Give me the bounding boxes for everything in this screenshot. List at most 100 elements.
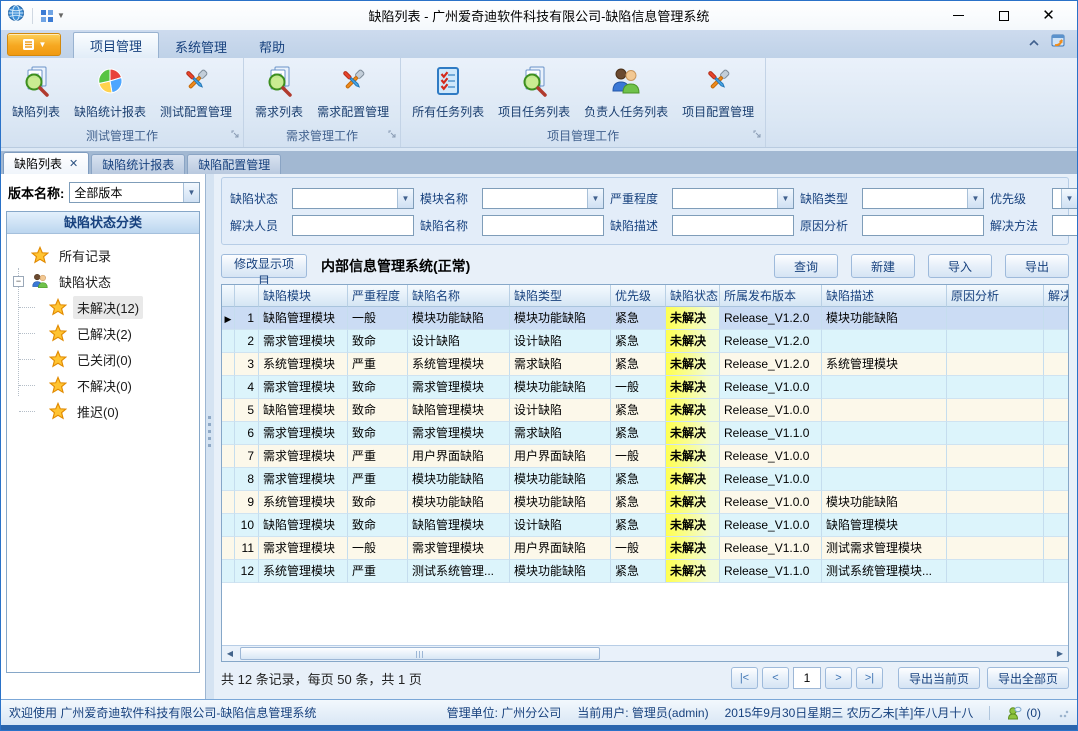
dialog-launcher-icon[interactable] [231,126,240,144]
column-header[interactable]: 解决方法 [1044,285,1068,307]
row-selector [222,491,235,514]
ribbon-tab-3[interactable]: 帮助 [243,34,301,58]
row-selector [222,468,235,491]
tree-item[interactable]: 已关闭(0) [7,346,199,372]
scroll-left-icon[interactable]: ◀ [222,646,238,661]
tree-item[interactable]: 已解决(2) [7,320,199,346]
column-header[interactable]: 缺陷描述 [822,285,947,307]
row-selector [222,353,235,376]
export-button[interactable]: 导出 [1005,254,1069,278]
table-row[interactable]: 9系统管理模块致命模块功能缺陷模块功能缺陷紧急未解决Release_V1.0.0… [222,491,1068,514]
doc-tab-1[interactable]: 缺陷列表✕ [3,152,89,174]
doc-tab-2[interactable]: 缺陷统计报表 [91,154,185,174]
column-header[interactable]: 缺陷名称 [408,285,510,307]
table-row[interactable]: 8需求管理模块严重模块功能缺陷模块功能缺陷紧急未解决Release_V1.0.0 [222,468,1068,491]
column-header[interactable]: 严重程度 [348,285,408,307]
filter-select[interactable]: ▼ [292,188,414,209]
cell-version: Release_V1.2.0 [720,307,822,330]
table-row[interactable]: 12系统管理模块严重测试系统管理...模块功能缺陷紧急未解决Release_V1… [222,560,1068,583]
table-row[interactable]: 11需求管理模块一般需求管理模块用户界面缺陷一般未解决Release_V1.1.… [222,537,1068,560]
cell-desc [822,422,947,445]
filter-select[interactable]: ▼ [482,188,604,209]
message-indicator[interactable]: (0) [1006,705,1041,721]
dialog-launcher-icon[interactable] [753,126,762,144]
filter-input[interactable] [292,215,414,236]
quick-access-layout-icon[interactable]: ▼ [40,9,65,23]
table-row[interactable]: 7需求管理模块严重用户界面缺陷用户界面缺陷一般未解决Release_V1.0.0 [222,445,1068,468]
ribbon-button[interactable]: 缺陷列表 [5,60,67,122]
new-button[interactable]: 新建 [851,254,915,278]
column-header[interactable]: 缺陷模块 [259,285,348,307]
table-row[interactable]: 10缺陷管理模块致命缺陷管理模块设计缺陷紧急未解决Release_V1.0.0缺… [222,514,1068,537]
first-page-button[interactable]: |< [731,667,758,689]
ribbon-button[interactable]: 所有任务列表 [405,60,491,122]
ribbon-button[interactable]: 需求列表 [248,60,310,122]
collapse-expander-icon[interactable]: − [13,276,24,287]
table-row[interactable]: 4需求管理模块致命需求管理模块模块功能缺陷一般未解决Release_V1.0.0 [222,376,1068,399]
ribbon-tab-1[interactable]: 项目管理 [73,32,159,58]
tree-item[interactable]: −缺陷状态 [7,268,199,294]
application-menu-button[interactable]: ▼ [7,33,61,56]
filter-input[interactable] [1052,215,1077,236]
ribbon-button[interactable]: 需求配置管理 [310,60,396,122]
cell-type: 模块功能缺陷 [510,376,611,399]
next-page-button[interactable]: > [825,667,852,689]
grid-header-num [235,285,259,307]
column-header[interactable]: 优先级 [611,285,666,307]
tree-item[interactable]: 推迟(0) [7,398,199,424]
ribbon-button[interactable]: 负责人任务列表 [577,60,675,122]
column-header[interactable]: 所属发布版本 [720,285,822,307]
splitter-handle[interactable] [206,174,214,699]
table-row[interactable]: 6需求管理模块致命需求管理模块需求缺陷紧急未解决Release_V1.1.0 [222,422,1068,445]
cell-priority: 一般 [611,537,666,560]
export-current-page-button[interactable]: 导出当前页 [898,667,980,689]
import-button[interactable]: 导入 [928,254,992,278]
maximize-button[interactable] [981,2,1026,29]
page-number-input[interactable] [793,667,821,689]
dialog-launcher-icon[interactable] [388,126,397,144]
horizontal-scrollbar[interactable]: ◀ ▶ [222,645,1068,661]
scroll-right-icon[interactable]: ▶ [1052,646,1068,661]
cell-desc [822,445,947,468]
export-all-pages-button[interactable]: 导出全部页 [987,667,1069,689]
ribbon-button[interactable]: 项目任务列表 [491,60,577,122]
close-tab-icon[interactable]: ✕ [69,157,78,170]
filter-input[interactable] [482,215,604,236]
table-row[interactable]: ▶1缺陷管理模块一般模块功能缺陷模块功能缺陷紧急未解决Release_V1.2.… [222,307,1068,330]
tree-item[interactable]: 不解决(0) [7,372,199,398]
filter-select[interactable]: ▼ [1052,188,1077,209]
ribbon-button[interactable]: 项目配置管理 [675,60,761,122]
column-header[interactable]: 缺陷类型 [510,285,611,307]
help-window-icon[interactable] [1050,32,1067,54]
cell-type: 设计缺陷 [510,330,611,353]
ribbon-button[interactable]: 缺陷统计报表 [67,60,153,122]
ribbon-group-2: 需求列表需求配置管理需求管理工作 [244,58,401,147]
filter-label: 解决方法 [990,217,1046,234]
column-header[interactable]: 原因分析 [947,285,1044,307]
table-row[interactable]: 2需求管理模块致命设计缺陷设计缺陷紧急未解决Release_V1.2.0 [222,330,1068,353]
minimize-button[interactable] [936,2,981,29]
table-row[interactable]: 5缺陷管理模块致命缺陷管理模块设计缺陷紧急未解决Release_V1.0.0 [222,399,1068,422]
filter-input[interactable] [672,215,794,236]
prev-page-button[interactable]: < [762,667,789,689]
filter-select[interactable]: ▼ [672,188,794,209]
table-row[interactable]: 3系统管理模块严重系统管理模块需求缺陷紧急未解决Release_V1.2.0系统… [222,353,1068,376]
modify-display-items-button[interactable]: 修改显示项目 [221,254,307,278]
version-select[interactable]: 全部版本 ▼ [69,182,200,203]
column-header[interactable]: 缺陷状态 [666,285,720,307]
query-button[interactable]: 查询 [774,254,838,278]
tree-item[interactable]: 所有记录 [7,242,199,268]
ribbon-button[interactable]: 测试配置管理 [153,60,239,122]
last-page-button[interactable]: >| [856,667,883,689]
close-button[interactable]: ✕ [1026,2,1071,29]
filter-select[interactable]: ▼ [862,188,984,209]
scrollbar-thumb[interactable] [240,647,600,660]
grip-dots-icon [208,416,211,450]
ribbon-tab-2[interactable]: 系统管理 [159,34,243,58]
tree-item[interactable]: 未解决(12) [7,294,199,320]
collapse-ribbon-icon[interactable] [1028,34,1040,52]
resize-grip-icon[interactable] [1059,708,1069,718]
filter-label: 解决人员 [230,217,286,234]
filter-input[interactable] [862,215,984,236]
doc-tab-3[interactable]: 缺陷配置管理 [187,154,281,174]
